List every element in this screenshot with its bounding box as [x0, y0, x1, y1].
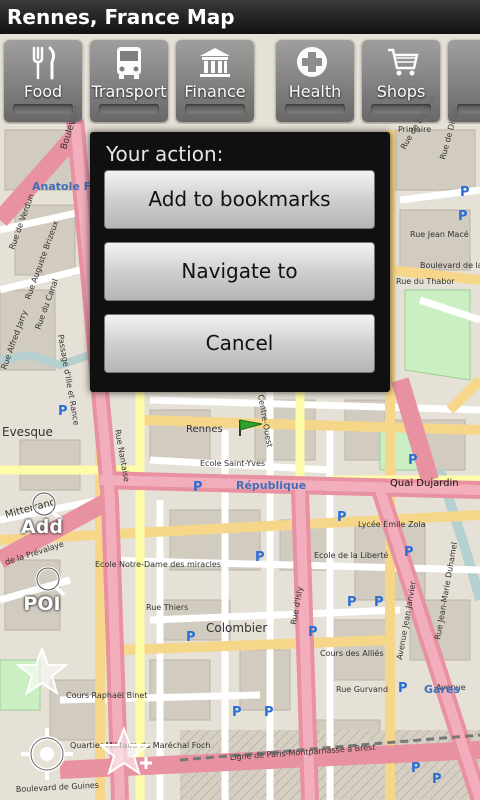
- map-label-ecole-saint-yves: Ecole Saint-Yves: [200, 459, 265, 468]
- category-progress: [371, 104, 431, 114]
- map-label-rue-gurvand: Rue Gurvand: [336, 685, 388, 694]
- bus-icon: [117, 47, 141, 79]
- add-to-bookmarks-button[interactable]: Add to bookmarks: [104, 170, 375, 229]
- add-label: Add: [21, 516, 63, 538]
- favorites-add-button[interactable]: [97, 725, 156, 781]
- map-label-rue-jean-mace: Rue Jean Macé: [410, 229, 469, 239]
- svg-text:P: P: [347, 595, 357, 610]
- crosshair-icon: [21, 728, 73, 780]
- svg-text:P: P: [408, 453, 418, 468]
- category-label: Finance: [184, 82, 246, 101]
- category-progress: [185, 104, 245, 114]
- app-title-bar: Rennes, France Map: [0, 0, 480, 34]
- svg-text:P: P: [308, 625, 318, 640]
- category-shops-button[interactable]: Shops: [362, 40, 440, 122]
- map-label-rennes: Rennes: [186, 424, 223, 435]
- add-poi-control[interactable]: Add: [12, 490, 72, 550]
- map-label-cours-raphael: Cours Raphaël Binet: [66, 691, 147, 700]
- medical-cross-icon: [297, 47, 327, 77]
- svg-text:P: P: [186, 630, 196, 645]
- category-label: Health: [288, 82, 342, 101]
- svg-text:P: P: [58, 404, 68, 419]
- map-label-anatole: Anatole Fr: [32, 180, 96, 193]
- map-label-republique: République: [236, 479, 306, 492]
- category-progress: [99, 104, 159, 114]
- favorites-star-button[interactable]: [14, 645, 70, 701]
- bank-icon: [200, 48, 230, 77]
- map-label-ecole-notre-dame: Ecole Notre-Dame des miracles: [95, 560, 221, 569]
- svg-text:P: P: [232, 705, 242, 720]
- svg-text:P: P: [374, 595, 384, 610]
- category-transport-button[interactable]: Transport: [90, 40, 168, 122]
- map-label-lycee-emile-zola: Lycée Émile Zola: [358, 518, 426, 529]
- dialog-title: Your action:: [106, 142, 224, 166]
- navigate-to-button[interactable]: Navigate to: [104, 242, 375, 301]
- svg-text:P: P: [255, 550, 265, 565]
- svg-text:P: P: [398, 681, 408, 696]
- category-label: Shops: [376, 82, 426, 101]
- svg-text:P: P: [404, 545, 414, 560]
- svg-text:P: P: [460, 185, 470, 200]
- poi-control[interactable]: POI: [12, 565, 72, 625]
- category-label: Transport: [91, 82, 167, 101]
- category-progress: [457, 104, 480, 114]
- category-label: Food: [23, 82, 63, 101]
- svg-text:P: P: [337, 510, 347, 525]
- svg-text:P: P: [411, 761, 421, 776]
- svg-text:P: P: [458, 209, 468, 224]
- action-dialog: Your action: Add to bookmarks Navigate t…: [90, 132, 390, 392]
- map-label-ecole-de-la-liberte: Ecole de la Liberté: [314, 550, 388, 560]
- fork-knife-icon: [32, 46, 56, 80]
- map-label-boulevard-de-la: Boulevard de la: [420, 261, 480, 270]
- category-more-button[interactable]: C: [448, 40, 480, 122]
- map-label-evesque: Evesque: [2, 425, 53, 439]
- star-icon: [15, 646, 69, 696]
- category-progress: [13, 104, 73, 114]
- map-label-rue-thiers: Rue Thiers: [146, 603, 188, 612]
- map-label-cours-des-allies: Cours des Alliés: [320, 648, 384, 658]
- svg-text:P: P: [432, 772, 442, 787]
- category-toolbar: Food Transport Finance Health Shops: [0, 36, 480, 124]
- category-label: C: [458, 82, 480, 101]
- category-finance-button[interactable]: Finance: [176, 40, 254, 122]
- map-label-gares: Gares: [424, 683, 460, 696]
- app-title: Rennes, France Map: [7, 5, 235, 29]
- map-label-rue-du-thabor: Rue du Thabor: [396, 277, 455, 286]
- map-label-quai-dujardin: Quai Dujardin: [390, 478, 459, 489]
- cancel-button[interactable]: Cancel: [104, 314, 375, 373]
- category-food-button[interactable]: Food: [4, 40, 82, 122]
- map-label-colombier: Colombier: [206, 621, 267, 635]
- shopping-cart-icon: [388, 48, 419, 76]
- poi-label: POI: [23, 593, 61, 615]
- category-progress: [285, 104, 345, 114]
- svg-text:P: P: [193, 480, 203, 495]
- gps-locate-button[interactable]: [18, 725, 76, 783]
- svg-text:P: P: [264, 705, 274, 720]
- star-add-icon: [97, 726, 152, 776]
- category-health-button[interactable]: Health: [276, 40, 354, 122]
